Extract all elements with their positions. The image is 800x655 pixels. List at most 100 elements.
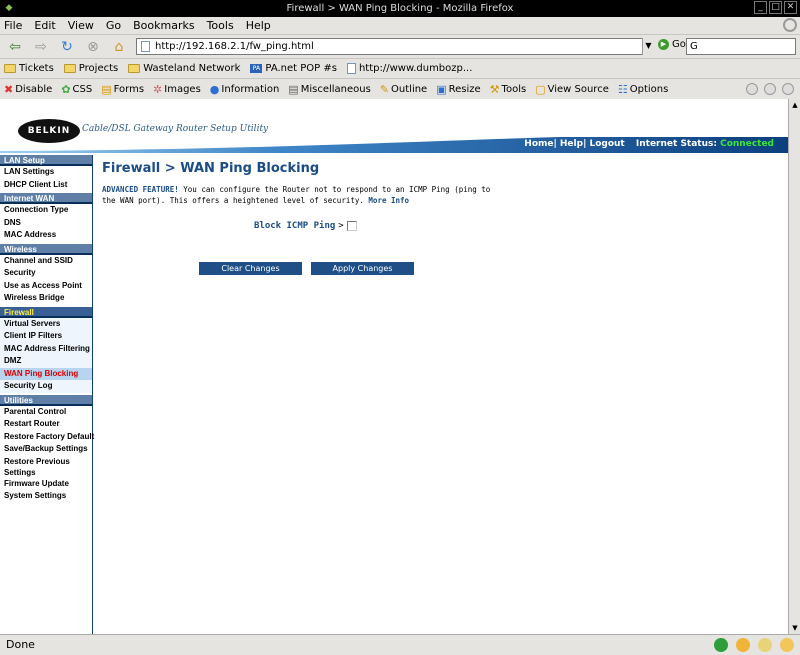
minimize-button[interactable]: _ (754, 1, 767, 14)
sidebar-section-lan-setup[interactable]: LAN Setup (0, 155, 92, 166)
sidebar-item-restore-previous[interactable]: Restore Previous Settings (0, 456, 92, 478)
sidebar-item-dmz[interactable]: DMZ (0, 355, 92, 368)
menu-edit[interactable]: Edit (34, 19, 55, 32)
menu-bookmarks[interactable]: Bookmarks (133, 19, 194, 32)
status-ok-icon[interactable] (714, 638, 728, 652)
sidebar-item-security-log[interactable]: Security Log (0, 380, 92, 393)
info-status-icon[interactable] (736, 638, 750, 652)
info-status-icon[interactable] (764, 83, 776, 95)
sidebar-section-firewall[interactable]: Firewall (0, 306, 92, 318)
dev-disable[interactable]: ✖ Disable (4, 83, 52, 96)
error-console-icon[interactable] (782, 83, 794, 95)
sidebar-item-access-point[interactable]: Use as Access Point (0, 280, 92, 293)
dev-forms[interactable]: ▤ Forms (101, 83, 144, 96)
options-icon: ☷ (617, 82, 628, 96)
home-help-logout-links[interactable]: Home| Help| Logout (524, 139, 624, 149)
sidebar-item-security[interactable]: Security (0, 267, 92, 280)
web-developer-toolbar: ✖ Disable ✿ CSS ▤ Forms ✲ Images ● Informatio… (0, 78, 800, 99)
go-button[interactable]: ▶ Go (658, 39, 686, 50)
weather-icon[interactable] (780, 638, 794, 652)
back-icon[interactable]: ⇦ (4, 39, 26, 55)
forward-icon[interactable]: ⇨ (30, 39, 52, 55)
sidebar-item-firmware-update[interactable]: Firmware Update (0, 478, 92, 491)
sidebar-item-dns[interactable]: DNS (0, 217, 92, 230)
cookie-icon[interactable] (758, 638, 772, 652)
sidebar-item-system-settings[interactable]: System Settings (0, 490, 92, 503)
bookmark-wasteland-network[interactable]: Wasteland Network (128, 63, 240, 74)
sidebar-item-connection-type[interactable]: Connection Type (0, 204, 92, 217)
menu-tools[interactable]: Tools (207, 19, 234, 32)
sidebar-item-restore-factory[interactable]: Restore Factory Default (0, 431, 94, 444)
sidebar-item-mac-address[interactable]: MAC Address (0, 229, 92, 242)
page-icon (346, 63, 356, 74)
dev-options[interactable]: ☷ Options (618, 83, 668, 96)
sidebar-item-save-backup[interactable]: Save/Backup Settings (0, 443, 92, 456)
bookmark-projects[interactable]: Projects (63, 63, 118, 74)
outline-icon: ✎ (379, 82, 390, 96)
search-value: G (690, 41, 698, 52)
url-input[interactable]: http://192.168.2.1/fw_ping.html (136, 38, 654, 55)
sidebar-item-parental-control[interactable]: Parental Control (0, 406, 92, 419)
window-menu-icon[interactable]: ◆ (4, 3, 14, 13)
router-header: BELKIN Cable/DSL Gateway Router Setup Ut… (0, 99, 788, 153)
block-icmp-checkbox[interactable] (346, 221, 357, 231)
sidebar-item-virtual-servers[interactable]: Virtual Servers (0, 317, 92, 330)
folder-icon (128, 64, 141, 73)
stop-icon[interactable]: ⊗ (82, 39, 104, 55)
bookmarks-toolbar: Tickets Projects Wasteland Network PA PA.… (0, 58, 800, 78)
dev-information[interactable]: ● Information (210, 83, 280, 96)
dev-outline[interactable]: ✎ Outline (380, 83, 427, 96)
scroll-up-icon[interactable]: ▲ (790, 100, 800, 110)
menu-go[interactable]: Go (106, 19, 121, 32)
reload-icon[interactable]: ↻ (56, 39, 78, 55)
bookmark-tickets[interactable]: Tickets (4, 63, 54, 74)
dev-view-source[interactable]: ▢ View Source (535, 83, 609, 96)
resize-icon: ▣ (436, 82, 447, 96)
vertical-scrollbar[interactable]: ▲ ▼ (788, 99, 800, 634)
sidebar-item-dhcp-client-list[interactable]: DHCP Client List (0, 179, 92, 192)
menu-view[interactable]: View (68, 19, 94, 32)
sidebar-item-channel-ssid[interactable]: Channel and SSID (0, 255, 92, 268)
url-dropdown-icon[interactable]: ▼ (642, 38, 654, 55)
menu-file[interactable]: File (4, 19, 22, 32)
home-icon[interactable]: ⌂ (108, 39, 130, 55)
bookmark-dumbozp[interactable]: http://www.dumbozp... (346, 63, 472, 74)
bookmark-pa-net[interactable]: PA PA.net POP #s (250, 63, 337, 74)
sidebar-section-wireless[interactable]: Wireless (0, 243, 92, 255)
dev-label: Forms (113, 83, 145, 95)
validation-icon[interactable] (746, 83, 758, 95)
sidebar-item-lan-settings[interactable]: LAN Settings (0, 166, 92, 179)
search-input[interactable]: G (686, 38, 796, 55)
dev-css[interactable]: ✿ CSS (61, 83, 92, 96)
dev-images[interactable]: ✲ Images (153, 83, 201, 96)
block-icmp-row: Block ICMP Ping > (254, 221, 357, 231)
sidebar-section-internet-wan[interactable]: Internet WAN (0, 193, 92, 204)
dev-label: Resize (448, 83, 481, 95)
sidebar-section-utilities[interactable]: Utilities (0, 394, 92, 406)
go-label: Go (672, 39, 686, 50)
dev-tools[interactable]: ⚒ Tools (490, 83, 527, 96)
sidebar-item-client-ip-filters[interactable]: Client IP Filters (0, 330, 92, 343)
close-button[interactable]: ✕ (784, 1, 797, 14)
dev-label: Tools (501, 83, 527, 95)
folder-icon (63, 64, 76, 73)
go-icon: ▶ (658, 39, 669, 50)
dev-resize[interactable]: ▣ Resize (436, 83, 480, 96)
scroll-down-icon[interactable]: ▼ (790, 623, 800, 633)
sidebar-item-wan-ping-blocking[interactable]: WAN Ping Blocking (0, 367, 92, 380)
menu-help[interactable]: Help (246, 19, 271, 32)
page-icon (141, 41, 150, 52)
clear-changes-button[interactable]: Clear Changes (199, 262, 302, 275)
dev-label: Images (164, 83, 201, 95)
dev-miscellaneous[interactable]: ▤ Miscellaneous (288, 83, 371, 96)
page-title: Firewall > WAN Ping Blocking (102, 161, 320, 176)
sidebar-item-wireless-bridge[interactable]: Wireless Bridge (0, 292, 92, 305)
apply-changes-button[interactable]: Apply Changes (311, 262, 414, 275)
sidebar-item-mac-filtering[interactable]: MAC Address Filtering (0, 342, 92, 355)
css-icon: ✿ (61, 82, 71, 96)
bookmark-label: PA.net POP #s (265, 63, 337, 74)
sidebar-item-restart-router[interactable]: Restart Router (0, 418, 92, 431)
more-info-link[interactable]: More Info (368, 196, 409, 205)
maximize-button[interactable]: □ (769, 1, 782, 14)
main-content: Firewall > WAN Ping Blocking ADVANCED FE… (102, 161, 782, 275)
